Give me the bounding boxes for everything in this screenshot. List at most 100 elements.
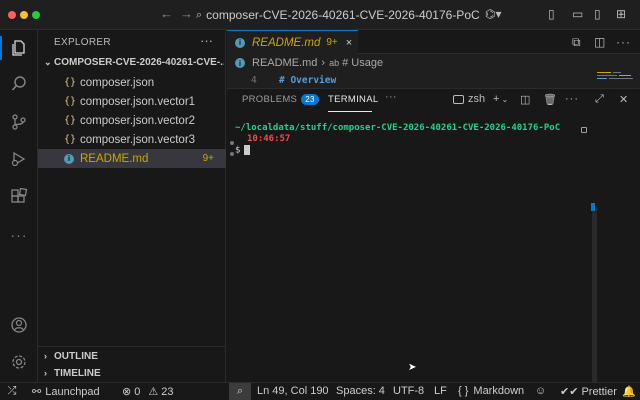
command-center-text: composer-CVE-2026-40261-CVE-2026-40176-P… bbox=[206, 8, 480, 22]
workspace-folder[interactable]: ⌄ COMPOSER-CVE-2026-40261-CVE-... bbox=[44, 57, 224, 68]
indentation[interactable]: Spaces: 4 bbox=[336, 385, 385, 397]
file-item[interactable]: {} composer.json.vector2 bbox=[38, 111, 226, 130]
toggle-secondary-sidebar-icon[interactable]: ▯ bbox=[594, 7, 601, 21]
error-icon: ⊗ bbox=[122, 386, 132, 398]
search-icon[interactable] bbox=[8, 73, 30, 95]
launchpad-item[interactable]: ⚯ Launchpad bbox=[32, 385, 100, 399]
terminal-scrollbar[interactable] bbox=[592, 209, 597, 399]
cursor-position[interactable]: Ln 49, Col 190 bbox=[257, 385, 329, 397]
timeline-label: TIMELINE bbox=[54, 368, 101, 379]
command-center-search[interactable]: ⌕ composer-CVE-2026-40261-CVE-2026-40176… bbox=[196, 5, 481, 25]
warning-count: 23 bbox=[161, 385, 174, 398]
outline-section[interactable]: › OUTLINE bbox=[44, 351, 98, 362]
new-terminal-button[interactable]: + ⌄ bbox=[493, 93, 508, 105]
split-editor-icon[interactable]: ◫ bbox=[594, 35, 605, 49]
toggle-panel-icon[interactable]: ▭ bbox=[572, 7, 583, 21]
chevron-down-icon: ⌄ bbox=[44, 57, 52, 67]
toggle-sidebar-icon[interactable]: ▯ bbox=[548, 7, 555, 21]
tab-problems[interactable]: PROBLEMS 23 bbox=[242, 94, 319, 105]
launchpad-label: Launchpad bbox=[45, 385, 100, 398]
remote-icon[interactable]: ⤮ bbox=[0, 383, 24, 400]
code-line[interactable]: 4 # Overview bbox=[227, 73, 640, 89]
terminal-more-icon[interactable]: ··· bbox=[565, 93, 579, 105]
minimize-window-button[interactable] bbox=[20, 11, 28, 19]
file-item[interactable]: {} composer.json.vector3 bbox=[38, 130, 226, 149]
prettier-status[interactable]: ✔✔ Prettier bbox=[560, 385, 617, 399]
minimap[interactable] bbox=[597, 72, 637, 84]
braces-icon: { } bbox=[458, 385, 469, 397]
customize-layout-icon[interactable]: ⊞ bbox=[616, 7, 626, 21]
close-window-button[interactable] bbox=[8, 11, 16, 19]
copilot-status-icon[interactable]: ☺ bbox=[535, 385, 546, 397]
close-panel-icon[interactable]: ✕ bbox=[619, 93, 628, 106]
mouse-pointer-icon: ➤ bbox=[408, 362, 417, 373]
shell-name: zsh bbox=[468, 93, 486, 105]
tab-readme[interactable]: i README.md 9+ × bbox=[227, 30, 358, 54]
active-indicator bbox=[0, 36, 2, 60]
command-decoration-icon[interactable] bbox=[230, 141, 234, 145]
terminal-label: TERMINAL bbox=[328, 94, 379, 105]
editor-more-icon[interactable]: ··· bbox=[616, 35, 631, 49]
arrow-right-icon[interactable]: → bbox=[180, 6, 193, 21]
open-preview-icon[interactable]: ⧉ bbox=[572, 35, 581, 50]
file-item[interactable]: {} composer.json.vector1 bbox=[38, 92, 226, 111]
title-bar: ← → ⌕ composer-CVE-2026-40261-CVE-2026-4… bbox=[0, 0, 640, 30]
account-icon[interactable] bbox=[8, 314, 30, 336]
problems-badge: 9+ bbox=[202, 153, 214, 164]
maximize-window-button[interactable] bbox=[32, 11, 40, 19]
run-debug-icon[interactable] bbox=[8, 148, 30, 170]
lock-icon bbox=[581, 127, 587, 133]
search-icon: ⌕ bbox=[196, 8, 203, 21]
terminal-icon bbox=[453, 94, 464, 104]
chevron-down-icon: ⌄ bbox=[501, 94, 509, 104]
breadcrumb-separator: › bbox=[321, 57, 326, 69]
launchpad-icon: ⚯ bbox=[32, 386, 42, 398]
end-of-line[interactable]: LF bbox=[434, 385, 447, 397]
tab-terminal[interactable]: TERMINAL bbox=[328, 94, 378, 105]
breadcrumb-symbol[interactable]: # Usage bbox=[342, 57, 383, 69]
more-icon[interactable]: ··· bbox=[8, 224, 30, 246]
prompt-symbol: $ bbox=[235, 145, 241, 156]
tab-badge: 9+ bbox=[326, 37, 338, 48]
encoding[interactable]: UTF-8 bbox=[393, 385, 424, 397]
terminal-shell-selector[interactable]: zsh bbox=[453, 93, 485, 105]
explorer-more-button[interactable]: ··· bbox=[200, 33, 213, 48]
file-name: composer.json bbox=[80, 76, 155, 89]
arrow-left-icon[interactable]: ← bbox=[160, 6, 173, 21]
notifications-icon[interactable]: 🔔 bbox=[622, 385, 636, 398]
editor-tabs: i README.md 9+ × ⧉ ◫ ··· bbox=[227, 30, 640, 54]
explorer-icon[interactable] bbox=[8, 37, 30, 59]
active-tab-underline bbox=[328, 111, 372, 112]
panel-more-button[interactable]: ··· bbox=[385, 91, 397, 103]
close-icon[interactable]: × bbox=[346, 37, 352, 49]
tab-label: README.md bbox=[252, 36, 321, 49]
language-mode[interactable]: { } Markdown bbox=[458, 385, 524, 397]
terminal-prompt-line: $ bbox=[235, 145, 595, 157]
warning-icon: ⚠ bbox=[148, 386, 159, 398]
status-bar: ⤮ ⚯ Launchpad ⊗ 0 ⚠ 23 ⌕ Ln 49, Col 190 Spa… bbox=[0, 382, 640, 400]
file-name: composer.json.vector2 bbox=[80, 114, 196, 127]
split-terminal-icon[interactable]: ◫ bbox=[520, 93, 530, 106]
info-icon: i bbox=[235, 58, 245, 68]
extensions-icon[interactable] bbox=[8, 186, 30, 208]
trash-icon[interactable]: 🗑 bbox=[543, 93, 557, 106]
breadcrumb-file[interactable]: README.md bbox=[252, 57, 317, 69]
terminal-path: ~/localdata/stuff/composer-CVE-2026-4026… bbox=[235, 123, 561, 133]
problems-status[interactable]: ⊗ 0 ⚠ 23 bbox=[122, 385, 174, 399]
folder-name: COMPOSER-CVE-2026-40261-CVE-... bbox=[54, 57, 224, 68]
settings-icon[interactable] bbox=[8, 351, 30, 373]
info-icon: i bbox=[64, 153, 80, 164]
timeline-section[interactable]: › TIMELINE bbox=[44, 368, 101, 379]
file-name: composer.json.vector3 bbox=[80, 133, 196, 146]
file-item-readme[interactable]: i README.md 9+ bbox=[38, 149, 226, 168]
maximize-panel-icon[interactable]: ⤢ bbox=[595, 93, 604, 106]
zoom-icon[interactable]: ⌕ bbox=[229, 383, 251, 400]
copilot-icon[interactable]: ⌬▾ bbox=[485, 7, 502, 21]
terminal-output[interactable]: ~/localdata/stuff/composer-CVE-2026-4026… bbox=[235, 123, 595, 157]
symbol-icon: ab bbox=[329, 58, 340, 68]
json-file-icon: {} bbox=[64, 96, 77, 107]
bottom-panel: PROBLEMS 23 TERMINAL ··· zsh + ⌄ ◫ 🗑 ··· … bbox=[227, 88, 640, 399]
source-control-icon[interactable] bbox=[8, 111, 30, 133]
file-item[interactable]: {} composer.json bbox=[38, 73, 226, 92]
command-decoration-icon[interactable] bbox=[230, 152, 234, 156]
